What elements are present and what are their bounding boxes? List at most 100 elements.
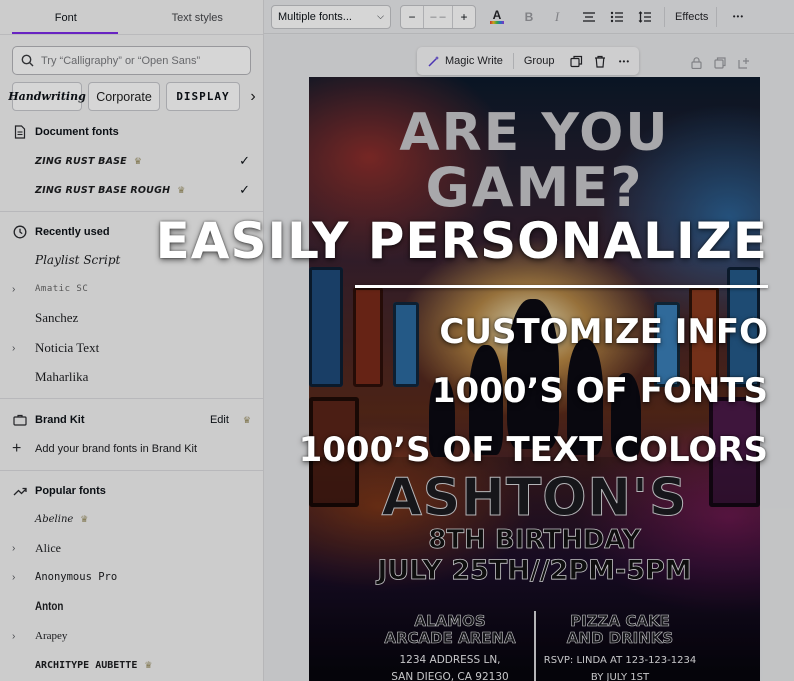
poster-birthday[interactable]: 8TH BIRTHDAY	[309, 525, 760, 556]
font-row-noticia-text[interactable]: › Noticia Text	[12, 335, 252, 361]
font-row-sanchez[interactable]: Sanchez	[12, 305, 252, 331]
magic-write-button[interactable]: Magic Write	[417, 55, 513, 68]
add-brand-fonts-label: Add your brand fonts in Brand Kit	[35, 443, 198, 455]
tab-font[interactable]: Font	[0, 0, 132, 34]
duplicate-icon[interactable]	[564, 55, 588, 68]
font-size-stepper: − – – +	[400, 4, 476, 29]
toolbar-divider	[664, 6, 665, 27]
promo-divider-line	[355, 285, 768, 288]
chevron-right-icon[interactable]: ›	[12, 572, 28, 583]
tab-text-styles[interactable]: Text styles	[132, 0, 264, 34]
font-row-amatic-sc[interactable]: › Amatic SC	[12, 276, 252, 302]
font-category-chips: Handwriting Corporate DISPLAY ›	[8, 82, 260, 111]
brand-kit-icon	[12, 412, 28, 428]
poster-venue-line2[interactable]: ARCADE ARENA	[371, 629, 529, 647]
bold-button[interactable]: B	[518, 5, 540, 29]
poster-address-line1[interactable]: 1234 ADDRESS LN,	[371, 654, 529, 667]
font-search-input[interactable]	[41, 54, 231, 67]
chip-handwriting[interactable]: Handwriting	[8, 82, 86, 111]
poster-food-line2[interactable]: AND DRINKS	[541, 629, 699, 647]
design-canvas[interactable]: Magic Write Group ••• ARE YOU GAME? ASHT…	[264, 35, 794, 681]
plus-icon: +	[12, 440, 22, 457]
poster-column-divider	[534, 611, 536, 681]
text-color-letter: A	[492, 7, 502, 22]
more-options-icon[interactable]: •••	[727, 5, 749, 29]
document-icon	[12, 124, 28, 140]
brand-kit-header: Brand Kit	[12, 412, 85, 428]
brand-kit-edit-button[interactable]: Edit ♛	[210, 414, 251, 426]
font-family-value: Multiple fonts...	[278, 10, 352, 23]
font-size-increase-button[interactable]: +	[453, 6, 475, 28]
promo-headline: EASILY PERSONALIZE	[155, 212, 768, 270]
font-row-label: Anonymous Pro	[35, 571, 118, 583]
font-row-label: ZING RUST BASE ROUGH	[35, 184, 171, 196]
lock-icon[interactable]	[691, 57, 702, 72]
font-row-architype-aubette[interactable]: ARCHITYPE AUBETTE ♛	[12, 652, 252, 678]
font-row-anton[interactable]: Anton	[12, 593, 252, 619]
crown-icon: ♛	[80, 513, 89, 524]
arcade-cabinet	[393, 302, 419, 387]
section-divider	[0, 398, 263, 399]
poster-rsvp-line2[interactable]: BY JULY 1ST	[541, 671, 699, 681]
recently-used-title: Recently used	[35, 226, 110, 238]
page-actions	[691, 57, 750, 72]
more-options-icon[interactable]: •••	[612, 57, 636, 66]
edit-label: Edit	[209, 414, 229, 426]
chevron-right-icon[interactable]: ›	[12, 543, 28, 554]
crown-icon: ♛	[144, 659, 153, 670]
add-brand-fonts-button[interactable]: + Add your brand fonts in Brand Kit	[12, 436, 252, 462]
font-row-maharlika[interactable]: Maharlika	[12, 364, 252, 390]
font-size-input[interactable]: – –	[423, 5, 453, 28]
duplicate-page-icon[interactable]	[714, 57, 726, 72]
section-divider	[0, 470, 263, 471]
poster-date[interactable]: JULY 25TH//2PM-5PM	[309, 555, 760, 587]
font-row-zing-rust-base[interactable]: ZING RUST BASE ♛ ✓	[12, 148, 252, 174]
font-search[interactable]	[12, 46, 251, 75]
italic-button[interactable]: I	[546, 5, 568, 29]
promo-line-fonts: 1000’S OF FONTS	[431, 371, 768, 411]
poster-title-line1[interactable]: ARE YOU	[309, 105, 760, 161]
poster-title-line2[interactable]: GAME?	[309, 159, 760, 217]
trash-icon[interactable]	[588, 55, 612, 68]
font-row-label: Sanchez	[35, 310, 79, 325]
poster-address-line2[interactable]: SAN DIEGO, CA 92130	[371, 671, 529, 681]
crown-icon: ♛	[242, 414, 251, 425]
line-spacing-icon[interactable]	[634, 5, 656, 29]
font-family-select[interactable]: Multiple fonts... ⌵	[271, 4, 391, 29]
group-button[interactable]: Group	[514, 55, 565, 67]
font-row-alice[interactable]: › Alice	[12, 535, 252, 561]
search-icon	[21, 54, 34, 67]
clock-icon	[12, 224, 28, 240]
poster-venue-line1[interactable]: ALAMOS	[371, 612, 529, 630]
font-row-abeline[interactable]: Abeline ♛	[12, 506, 252, 532]
popular-fonts-header: Popular fonts	[12, 483, 106, 499]
chevron-right-icon[interactable]: ›	[246, 82, 260, 111]
arcade-cabinet	[353, 287, 383, 387]
poster-child-name[interactable]: ASHTON'S	[309, 471, 760, 526]
font-row-arapey[interactable]: › Arapey	[12, 623, 252, 649]
poster-rsvp-line1[interactable]: RSVP: LINDA AT 123-123-1234	[541, 654, 699, 667]
font-row-anonymous-pro[interactable]: › Anonymous Pro	[12, 564, 252, 590]
chip-corporate[interactable]: Corporate	[88, 82, 160, 111]
effects-button[interactable]: Effects	[675, 11, 708, 23]
recently-used-header: Recently used	[12, 224, 110, 240]
poster-food-line1[interactable]: PIZZA CAKE	[541, 612, 699, 630]
add-page-icon[interactable]	[738, 57, 750, 72]
align-center-icon[interactable]	[578, 5, 600, 29]
promo-line-colors: 1000’S OF TEXT COLORS	[298, 430, 768, 470]
chevron-right-icon[interactable]: ›	[12, 343, 28, 354]
font-row-zing-rust-base-rough[interactable]: ZING RUST BASE ROUGH ♛ ✓	[12, 177, 252, 203]
chevron-right-icon[interactable]: ›	[12, 284, 28, 295]
chip-display[interactable]: DISPLAY	[166, 82, 240, 111]
promo-line-customize: CUSTOMIZE INFO	[439, 312, 768, 352]
brand-kit-title: Brand Kit	[35, 414, 85, 426]
font-row-label: Noticia Text	[35, 340, 100, 355]
trending-icon	[12, 483, 28, 499]
list-icon[interactable]	[606, 5, 628, 29]
color-bar-icon	[490, 20, 504, 24]
font-row-label: Playlist Script	[35, 253, 121, 267]
font-size-decrease-button[interactable]: −	[401, 6, 423, 28]
font-row-label: Alice	[35, 540, 61, 555]
chevron-right-icon[interactable]: ›	[12, 631, 28, 642]
text-color-button[interactable]: A	[486, 5, 508, 29]
